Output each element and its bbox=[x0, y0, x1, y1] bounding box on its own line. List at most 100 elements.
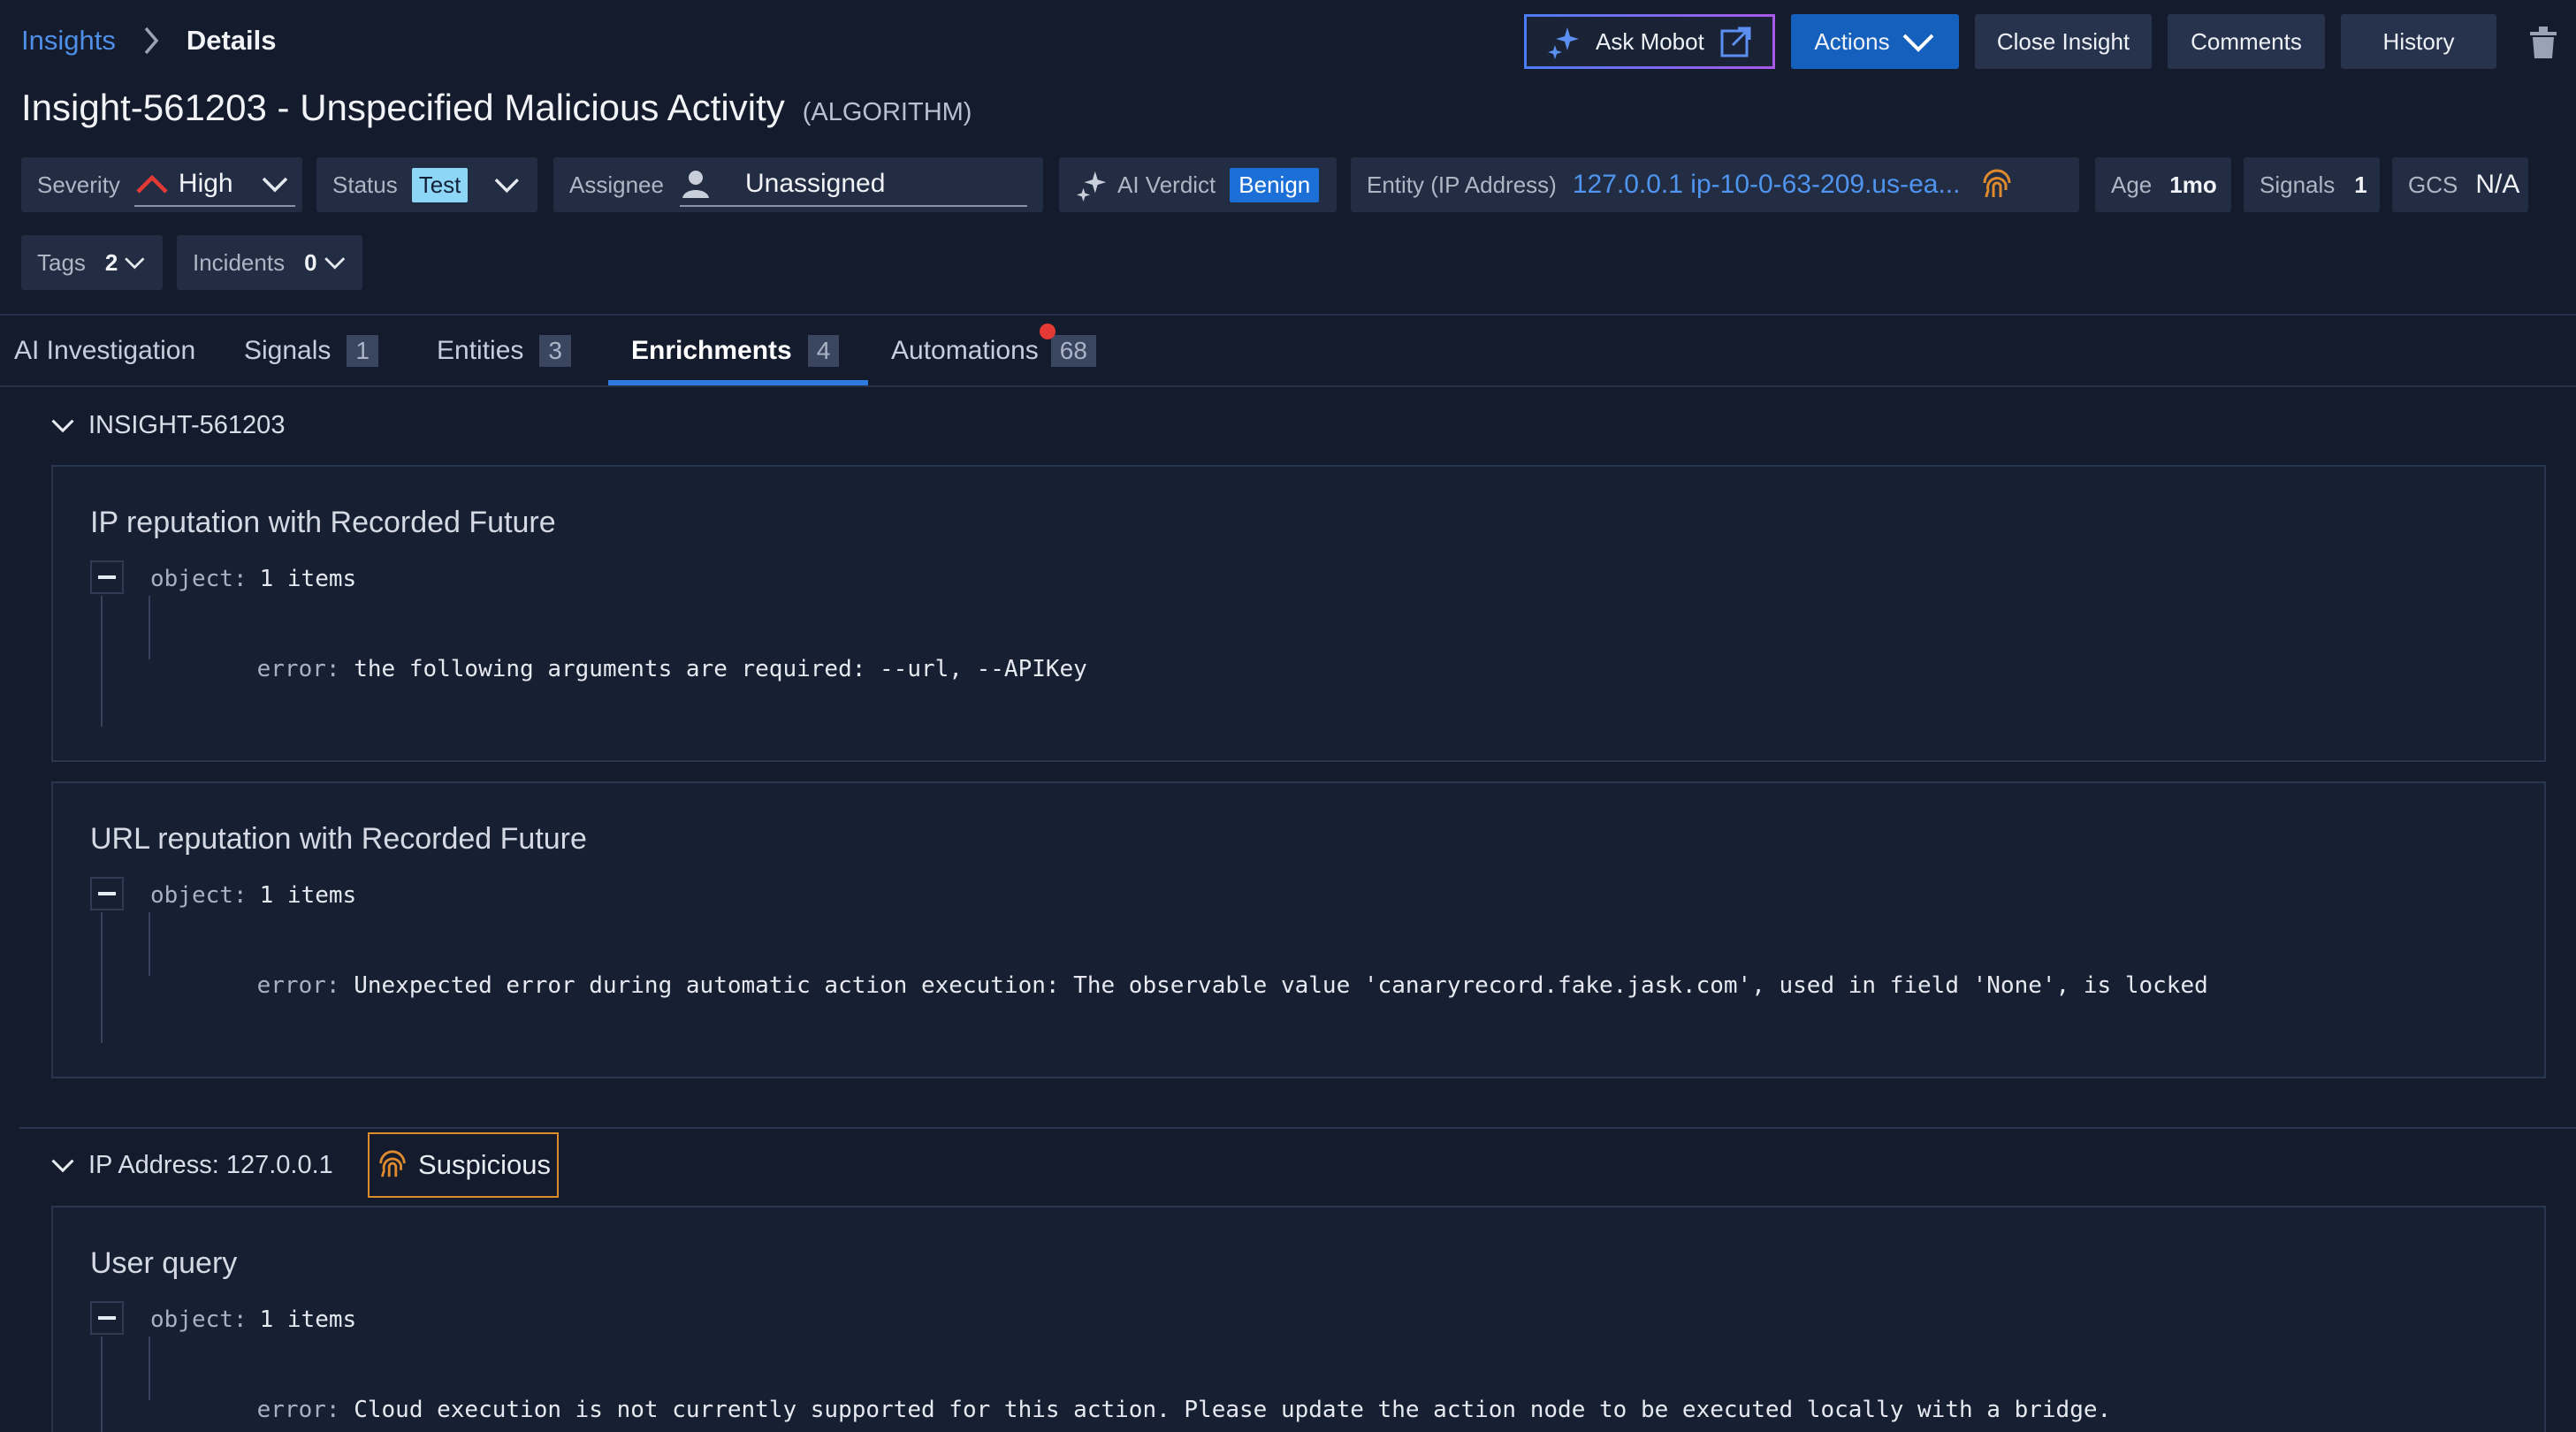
error-entry: error: Unexpected error during automatic… bbox=[202, 946, 2208, 1025]
object-label: object: bbox=[150, 882, 248, 909]
tab-entities[interactable]: Entities 3 bbox=[437, 329, 571, 373]
severity-field: Severity High bbox=[21, 157, 302, 212]
severity-dropdown[interactable]: High bbox=[133, 163, 295, 207]
error-text: the following arguments are required: --… bbox=[354, 656, 1087, 682]
sparkle-icon bbox=[1076, 171, 1107, 202]
entity-label: Entity (IP Address) bbox=[1367, 171, 1557, 198]
insight-title: Insight-561203 - Unspecified Malicious A… bbox=[21, 87, 785, 128]
gcs-label: GCS bbox=[2408, 171, 2458, 198]
object-count: 1 items bbox=[259, 1306, 357, 1333]
tab-automations[interactable]: Automations 68 bbox=[891, 329, 1096, 373]
assignee-field: Assignee Unassigned bbox=[553, 157, 1043, 212]
chevron-down-icon bbox=[125, 257, 145, 270]
ai-verdict-label: AI Verdict bbox=[1117, 171, 1216, 198]
tags-label: Tags bbox=[37, 248, 86, 276]
severity-label: Severity bbox=[37, 171, 120, 198]
external-link-icon bbox=[1720, 27, 1751, 57]
chevron-down-icon bbox=[495, 179, 520, 194]
enrichment-card: URL reputation with Recorded Future obje… bbox=[51, 781, 2546, 1078]
object-summary: object: 1 items bbox=[150, 566, 356, 592]
notification-dot bbox=[1040, 324, 1056, 339]
chevron-right-icon bbox=[144, 27, 159, 55]
object-label: object: bbox=[150, 566, 248, 592]
card-title: URL reputation with Recorded Future bbox=[90, 822, 587, 856]
assignee-dropdown[interactable]: Unassigned bbox=[679, 163, 1027, 207]
section-toggle-insight[interactable]: INSIGHT-561203 bbox=[50, 403, 285, 447]
signals-value: 1 bbox=[2354, 171, 2367, 198]
incidents-count: 0 bbox=[304, 248, 317, 276]
collapse-toggle[interactable] bbox=[90, 877, 124, 910]
error-key: error: bbox=[256, 656, 340, 682]
tree-guide bbox=[149, 912, 150, 976]
error-text: Unexpected error during automatic action… bbox=[354, 972, 2208, 999]
ask-mobot-label: Ask Mobot bbox=[1596, 27, 1704, 55]
badge-label: Suspicious bbox=[418, 1149, 551, 1180]
tab-label: Entities bbox=[437, 336, 524, 365]
incidents-label: Incidents bbox=[193, 248, 286, 276]
chevron-down-icon bbox=[1902, 34, 1934, 52]
tags-field[interactable]: Tags 2 bbox=[21, 235, 163, 290]
error-key: error: bbox=[256, 1397, 340, 1423]
assignee-value: Unassigned bbox=[744, 169, 886, 198]
sparkle-icon bbox=[1548, 27, 1579, 59]
tab-signals[interactable]: Signals 1 bbox=[244, 329, 378, 373]
tags-count: 2 bbox=[104, 248, 118, 276]
status-label: Status bbox=[332, 171, 398, 198]
error-key: error: bbox=[256, 972, 340, 999]
tree-guide bbox=[101, 1337, 103, 1432]
tree-guide bbox=[149, 1337, 150, 1400]
section-toggle-ip-address[interactable]: IP Address: 127.0.0.1 bbox=[50, 1143, 333, 1187]
object-summary: object: 1 items bbox=[150, 882, 356, 909]
actions-label: Actions bbox=[1814, 27, 1890, 55]
error-text: Cloud execution is not currently support… bbox=[354, 1397, 2112, 1423]
entity-field: Entity (IP Address) 127.0.0.1 ip-10-0-63… bbox=[1351, 157, 2079, 212]
object-summary: object: 1 items bbox=[150, 1306, 356, 1333]
suspicious-badge: Suspicious bbox=[368, 1132, 559, 1198]
tab-count: 68 bbox=[1050, 335, 1096, 367]
tab-count: 1 bbox=[347, 335, 378, 367]
object-count: 1 items bbox=[259, 566, 357, 592]
gcs-field: GCS N/A bbox=[2392, 157, 2528, 212]
tabs-top-border bbox=[0, 314, 2576, 316]
incidents-field[interactable]: Incidents 0 bbox=[177, 235, 362, 290]
severity-value: High bbox=[178, 169, 233, 198]
breadcrumb-insights-link[interactable]: Insights bbox=[21, 25, 116, 57]
object-label: object: bbox=[150, 1306, 248, 1333]
status-field[interactable]: Status Test bbox=[316, 157, 537, 212]
comments-button[interactable]: Comments bbox=[2168, 14, 2325, 69]
tree-guide bbox=[101, 596, 103, 727]
tab-label: Enrichments bbox=[631, 336, 792, 365]
history-button[interactable]: History bbox=[2341, 14, 2496, 69]
page-title: Insight-561203 - Unspecified Malicious A… bbox=[21, 87, 972, 129]
tab-ai-investigation[interactable]: AI Investigation bbox=[14, 329, 195, 373]
assignee-label: Assignee bbox=[569, 171, 664, 198]
actions-button[interactable]: Actions bbox=[1791, 14, 1959, 69]
fingerprint-icon bbox=[379, 1150, 406, 1177]
tree-guide bbox=[101, 912, 103, 1043]
chevron-down-icon bbox=[262, 177, 287, 193]
close-insight-button[interactable]: Close Insight bbox=[1975, 14, 2152, 69]
fingerprint-icon bbox=[1983, 169, 2011, 198]
user-icon bbox=[682, 171, 709, 198]
object-count: 1 items bbox=[259, 882, 357, 909]
enrichment-card: User query object: 1 items error: Cloud e… bbox=[51, 1206, 2546, 1432]
error-entry: error: the following arguments are requi… bbox=[202, 629, 1087, 709]
breadcrumb-current: Details bbox=[186, 25, 277, 56]
chevron-down-icon bbox=[51, 419, 74, 433]
section-title: IP Address: 127.0.0.1 bbox=[88, 1150, 333, 1179]
trash-icon[interactable] bbox=[2526, 25, 2560, 60]
entity-link[interactable]: 127.0.0.1 ip-10-0-63-209.us-ea... bbox=[1573, 170, 1961, 200]
severity-high-icon bbox=[136, 174, 168, 194]
ask-mobot-button[interactable]: Ask Mobot bbox=[1524, 14, 1775, 69]
signals-label: Signals bbox=[2260, 171, 2336, 198]
gcs-value: N/A bbox=[2475, 170, 2520, 199]
collapse-toggle[interactable] bbox=[90, 560, 124, 594]
insight-origin-tag: (ALGORITHM) bbox=[802, 98, 972, 126]
collapse-toggle[interactable] bbox=[90, 1301, 124, 1335]
section-divider bbox=[19, 1127, 2576, 1129]
age-value: 1mo bbox=[2169, 171, 2217, 198]
breadcrumb: Insights Details bbox=[21, 19, 277, 62]
tab-enrichments[interactable]: Enrichments 4 bbox=[631, 329, 840, 373]
age-field: Age 1mo bbox=[2095, 157, 2231, 212]
chevron-down-icon bbox=[51, 1159, 74, 1173]
